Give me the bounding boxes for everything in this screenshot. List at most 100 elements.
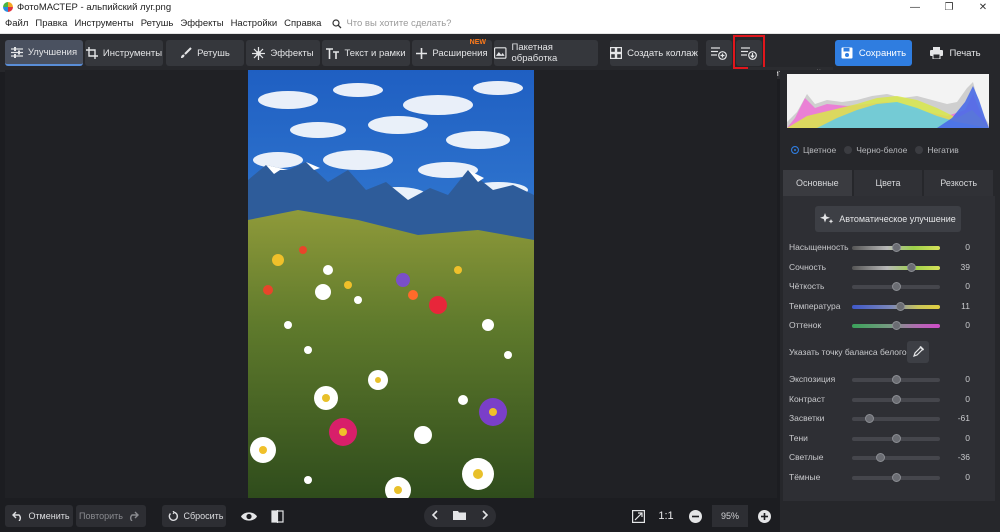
tab-text-frames-label: Текст и рамки xyxy=(344,47,406,59)
slider-track[interactable] xyxy=(852,375,940,384)
print-label: Печать xyxy=(949,47,981,59)
undo-button[interactable]: Отменить xyxy=(5,505,73,527)
slider-knob[interactable] xyxy=(891,282,901,291)
tab-basic[interactable]: Основные xyxy=(783,170,852,196)
image-stack-icon xyxy=(494,47,507,59)
search-box[interactable]: Что вы хотите сделать? xyxy=(332,18,451,29)
preview-eye-button[interactable] xyxy=(238,505,260,527)
mode-bw-label[interactable]: Черно-белое xyxy=(856,145,907,155)
folder-icon xyxy=(453,511,467,520)
slider-value: 0 xyxy=(965,374,970,384)
menu-settings[interactable]: Настройки xyxy=(231,18,278,29)
tab-batch-processing[interactable]: Пакетная обработка xyxy=(494,40,598,66)
zoom-level[interactable]: 95% xyxy=(712,505,748,527)
minimize-icon[interactable]: — xyxy=(898,0,932,14)
copy-settings-icon xyxy=(711,47,727,60)
slider-label: Засветки xyxy=(789,413,825,423)
close-icon[interactable]: ✕ xyxy=(966,0,1000,14)
reset-icon xyxy=(169,510,179,521)
menu-tools[interactable]: Инструменты xyxy=(74,18,133,29)
tab-extensions[interactable]: Расширения NEW xyxy=(412,39,492,66)
slider-value: 0 xyxy=(965,242,970,252)
tab-create-collage[interactable]: Создать коллаж xyxy=(610,40,698,66)
reset-button[interactable]: Сбросить xyxy=(162,505,226,527)
floppy-icon xyxy=(841,47,853,59)
slider-track[interactable] xyxy=(852,394,940,404)
zoom-in-button[interactable] xyxy=(753,505,775,527)
slider-track[interactable] xyxy=(852,433,940,443)
slider-knob[interactable] xyxy=(891,394,901,404)
save-button[interactable]: Сохранить xyxy=(835,40,912,66)
brush-icon xyxy=(181,47,192,58)
menu-effects[interactable]: Эффекты xyxy=(180,18,223,29)
tab-colors[interactable]: Цвета xyxy=(853,170,923,196)
slider-knob[interactable] xyxy=(891,243,901,252)
zoom-out-button[interactable] xyxy=(684,505,706,527)
mode-color-label[interactable]: Цветное xyxy=(803,145,836,155)
auto-enhance-button[interactable]: Автоматическое улучшение xyxy=(815,206,961,232)
slider-track[interactable] xyxy=(852,282,940,291)
slider-value: 0 xyxy=(965,471,970,482)
slider-label: Чёткость xyxy=(789,281,825,291)
tab-text-frames[interactable]: Текст и рамки xyxy=(322,40,410,66)
radio-color[interactable] xyxy=(791,146,799,154)
slider-label: Контраст xyxy=(789,393,825,404)
slider-knob[interactable] xyxy=(891,433,901,443)
slider-knob[interactable] xyxy=(891,472,901,482)
slider-knob[interactable] xyxy=(875,453,885,462)
tab-batch-processing-label: Пакетная обработка xyxy=(511,42,558,64)
photo-canvas[interactable] xyxy=(248,70,534,498)
maximize-icon[interactable]: ❐ xyxy=(932,0,966,14)
actual-size-button[interactable]: 1:1 xyxy=(652,505,680,527)
color-mode-selector: Цветное Черно-белое Негатив xyxy=(783,140,993,160)
slider-label: Насыщенность xyxy=(789,242,849,252)
tab-sharpness[interactable]: Резкость xyxy=(924,170,994,196)
slider-knob[interactable] xyxy=(891,321,901,330)
copy-settings-button[interactable] xyxy=(706,40,732,66)
slider-track[interactable] xyxy=(852,321,940,330)
tab-create-collage-label: Создать коллаж xyxy=(627,47,698,59)
slider-value: 0 xyxy=(965,432,970,443)
chevron-right-icon xyxy=(482,510,488,520)
menu-edit[interactable]: Правка xyxy=(35,18,67,29)
redo-button[interactable]: Повторить xyxy=(76,505,146,527)
slider-track[interactable] xyxy=(852,453,940,462)
slider-track[interactable] xyxy=(852,262,940,272)
radio-negative[interactable] xyxy=(915,146,924,154)
slider-label: Оттенок xyxy=(789,320,822,330)
slider-label: Тёмные xyxy=(789,471,821,482)
slider-track[interactable] xyxy=(852,301,940,311)
prev-image-button[interactable] xyxy=(431,507,439,525)
compare-button[interactable] xyxy=(266,505,288,527)
slider-track[interactable] xyxy=(852,414,940,423)
chevron-left-icon xyxy=(432,510,438,520)
alpine-meadow-image xyxy=(248,70,534,498)
white-balance-picker[interactable] xyxy=(907,341,929,363)
menu-retouch[interactable]: Ретушь xyxy=(141,18,174,29)
plus-circle-icon xyxy=(757,509,771,523)
search-placeholder: Что вы хотите сделать? xyxy=(346,18,452,29)
sparkle-icon xyxy=(252,46,266,60)
next-image-button[interactable] xyxy=(481,507,489,525)
slider-value: -36 xyxy=(957,452,970,462)
mode-negative-label[interactable]: Негатив xyxy=(927,145,958,155)
radio-bw[interactable] xyxy=(844,146,853,154)
tab-enhancements[interactable]: Улучшения xyxy=(5,40,83,66)
menu-help[interactable]: Справка xyxy=(284,18,321,29)
highlight-frame xyxy=(733,35,765,69)
tab-retouch[interactable]: Ретушь xyxy=(166,40,244,66)
print-button[interactable]: Печать xyxy=(918,40,993,66)
slider-track[interactable] xyxy=(852,472,940,482)
slider-knob[interactable] xyxy=(907,262,917,272)
slider-knob[interactable] xyxy=(895,301,905,311)
slider-knob[interactable] xyxy=(891,375,901,384)
redo-icon xyxy=(129,511,139,521)
menu-file[interactable]: Файл xyxy=(5,18,28,29)
tab-extensions-label: Расширения xyxy=(432,47,488,59)
menu-bar: Файл Правка Инструменты Ретушь Эффекты Н… xyxy=(0,14,1000,34)
open-folder-button[interactable] xyxy=(453,507,467,525)
fit-screen-button[interactable] xyxy=(627,505,649,527)
tab-effects[interactable]: Эффекты xyxy=(246,40,320,66)
tab-tools[interactable]: Инструменты xyxy=(85,40,163,66)
slider-track[interactable] xyxy=(852,243,940,252)
